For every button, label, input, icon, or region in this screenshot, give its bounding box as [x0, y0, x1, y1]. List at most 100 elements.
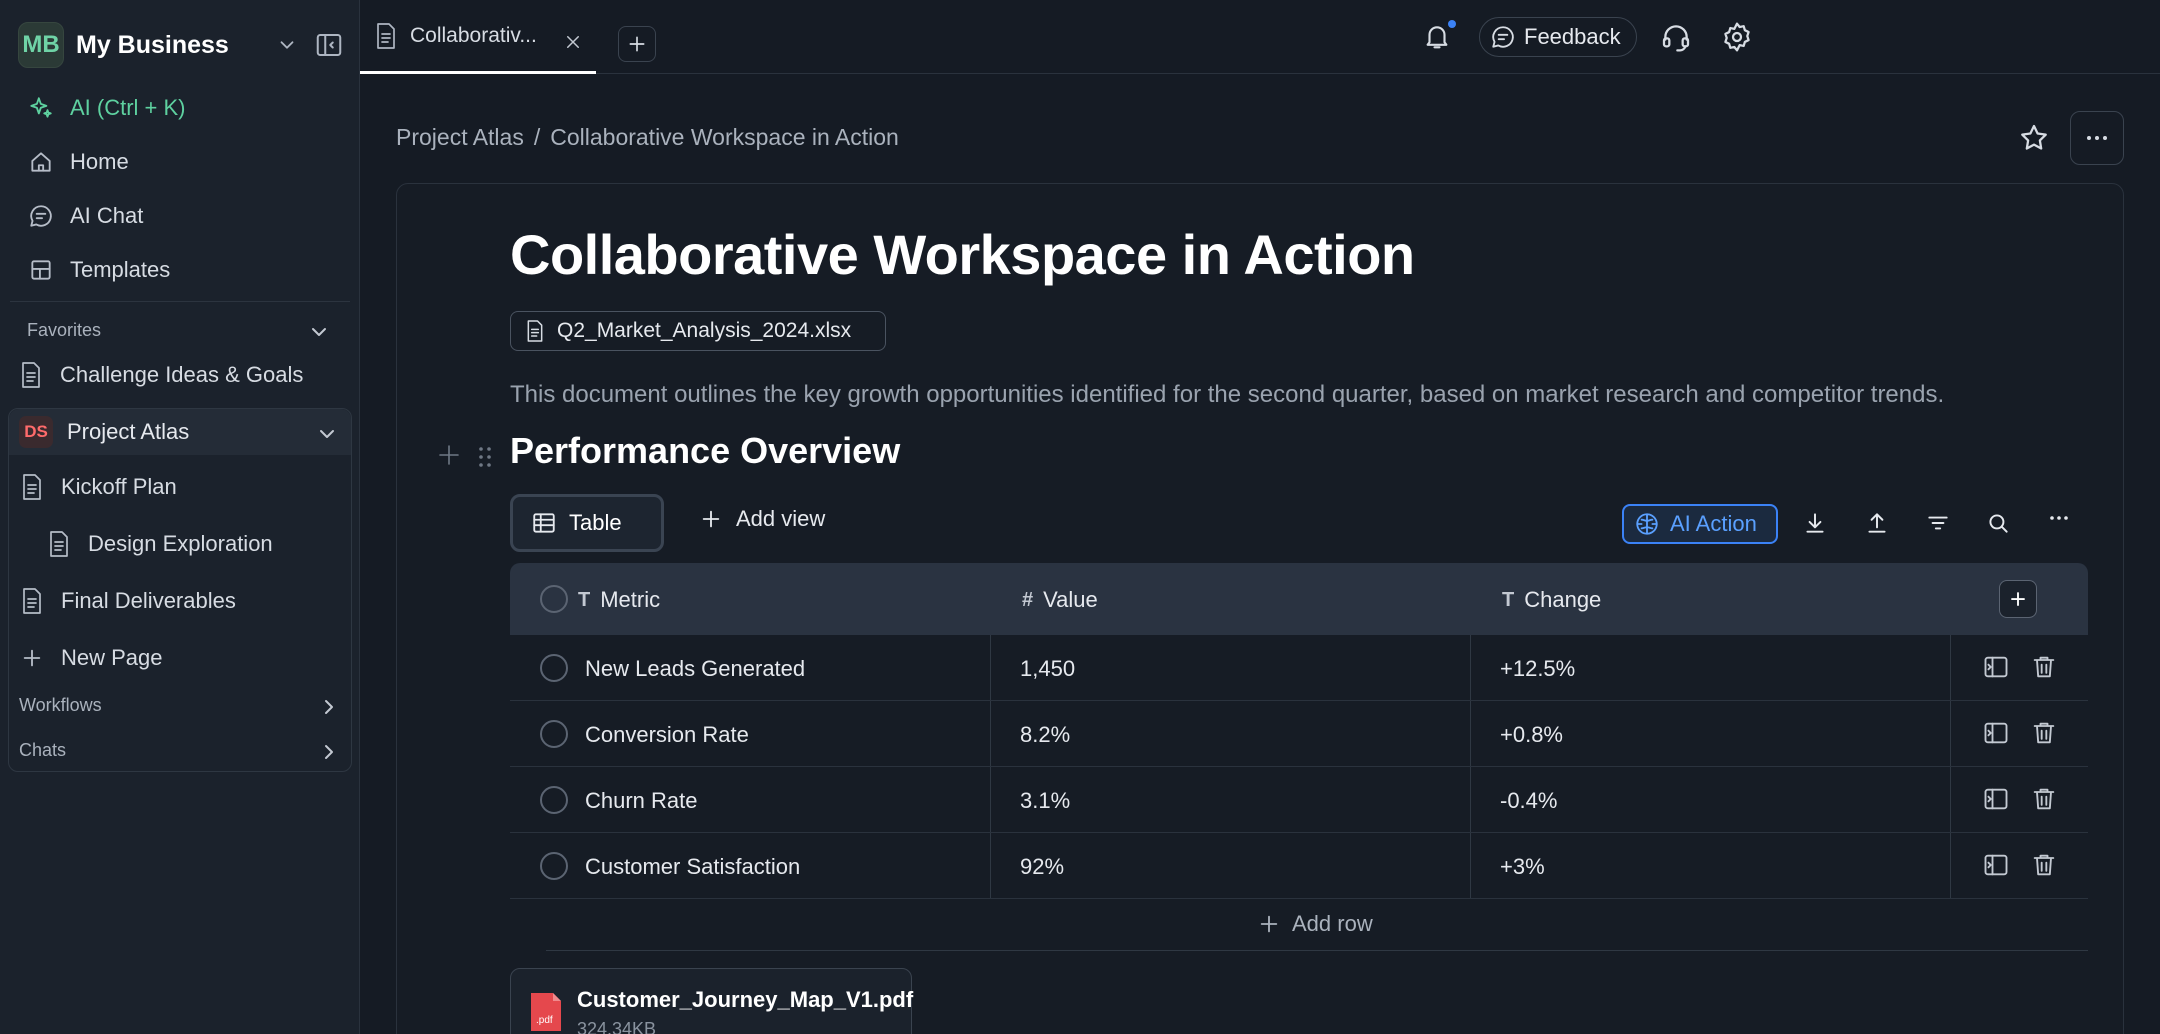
filter-icon[interactable] — [1925, 510, 1951, 536]
project-badge: DS — [19, 416, 53, 448]
project-header[interactable]: DS Project Atlas — [9, 409, 351, 455]
star-icon[interactable] — [2018, 122, 2050, 154]
document-icon — [19, 586, 45, 616]
column-header-value[interactable]: # Value — [1022, 587, 1098, 613]
search-icon[interactable] — [1985, 510, 2011, 536]
row-checkbox[interactable] — [540, 720, 568, 748]
breadcrumb-current[interactable]: Collaborative Workspace in Action — [550, 124, 899, 151]
chat-icon — [26, 201, 56, 231]
open-row-icon[interactable] — [1982, 719, 2010, 747]
column-header-metric[interactable]: T Metric — [578, 587, 660, 613]
cell-metric[interactable]: Customer Satisfaction — [585, 854, 800, 880]
chevron-down-icon[interactable] — [315, 422, 339, 446]
tab-document[interactable]: Collaborativ... — [360, 0, 596, 74]
file-name: Customer_Journey_Map_V1.pdf — [577, 987, 914, 1012]
table-more-icon[interactable] — [2048, 506, 2070, 530]
row-checkbox[interactable] — [540, 786, 568, 814]
workflows-label[interactable]: Workflows — [19, 695, 102, 716]
cell-metric[interactable]: Conversion Rate — [585, 722, 749, 748]
sidebar-item-templates[interactable]: Templates — [26, 250, 170, 290]
download-icon[interactable] — [1802, 510, 1828, 536]
ai-action-button[interactable]: AI Action — [1622, 504, 1778, 544]
sidebar-toggle-icon[interactable] — [314, 30, 344, 60]
section-heading[interactable]: Performance Overview — [510, 430, 900, 472]
drag-handle-icon[interactable] — [475, 445, 495, 469]
project-page-item[interactable]: Final Deliverables — [19, 581, 236, 621]
project-name: Project Atlas — [67, 419, 190, 444]
upload-icon[interactable] — [1864, 510, 1890, 536]
cell-value[interactable]: 1,450 — [1020, 656, 1075, 682]
cell-value[interactable]: 8.2% — [1020, 722, 1070, 748]
table-row[interactable]: Churn Rate 3.1% -0.4% — [510, 767, 2088, 833]
column-label: Metric — [600, 587, 661, 612]
file-size: 324.34KB — [577, 1019, 657, 1034]
cell-change[interactable]: +0.8% — [1500, 722, 1563, 748]
view-tab-table[interactable]: Table — [510, 494, 664, 552]
cell-change[interactable]: +12.5% — [1500, 656, 1575, 682]
sidebar-item-ai-chat[interactable]: AI Chat — [26, 196, 143, 236]
cell-change[interactable]: +3% — [1500, 854, 1545, 880]
open-row-icon[interactable] — [1982, 851, 2010, 879]
document-description[interactable]: This document outlines the key growth op… — [510, 381, 1944, 409]
open-row-icon[interactable] — [1982, 785, 2010, 813]
text-type-icon: T — [578, 588, 591, 611]
add-view-button[interactable]: Add view — [700, 506, 825, 532]
row-checkbox[interactable] — [540, 654, 568, 682]
chevron-down-icon[interactable] — [307, 320, 331, 344]
table-row[interactable]: Conversion Rate 8.2% +0.8% — [510, 701, 2088, 767]
select-all-checkbox[interactable] — [540, 585, 568, 613]
column-header-change[interactable]: T Change — [1502, 587, 1601, 613]
project-page-item[interactable]: Kickoff Plan — [19, 467, 177, 507]
top-bar: Collaborativ... — [360, 0, 2160, 74]
new-page-button[interactable]: New Page — [19, 638, 163, 678]
table-row[interactable]: New Leads Generated 1,450 +12.5% — [510, 635, 2088, 701]
plus-icon — [2011, 592, 2025, 606]
favorite-item[interactable]: Challenge Ideas & Goals — [18, 355, 303, 395]
cell-value[interactable]: 3.1% — [1020, 788, 1070, 814]
plus-icon — [19, 643, 45, 673]
sidebar-item-ai[interactable]: AI (Ctrl + K) — [26, 88, 186, 128]
row-checkbox[interactable] — [540, 852, 568, 880]
open-row-icon[interactable] — [1982, 653, 2010, 681]
sidebar-divider — [10, 301, 350, 302]
trash-icon[interactable] — [2030, 851, 2058, 879]
trash-icon[interactable] — [2030, 653, 2058, 681]
page-title[interactable]: Collaborative Workspace in Action — [510, 222, 1415, 287]
trash-icon[interactable] — [2030, 785, 2058, 813]
add-block-icon[interactable] — [437, 443, 461, 467]
table-row[interactable]: Customer Satisfaction 92% +3% — [510, 833, 2088, 899]
sidebar-item-label: Templates — [70, 257, 171, 282]
add-column-button[interactable] — [1999, 580, 2037, 618]
cell-metric[interactable]: Churn Rate — [585, 788, 698, 814]
svg-text:.pdf: .pdf — [536, 1015, 553, 1026]
document-icon — [46, 529, 72, 559]
attachment-chip[interactable]: Q2_Market_Analysis_2024.xlsx — [510, 311, 886, 351]
chevron-right-icon[interactable] — [317, 695, 341, 719]
workspace-switcher[interactable]: MB My Business — [18, 22, 348, 68]
close-icon[interactable] — [564, 33, 582, 51]
number-type-icon: # — [1022, 588, 1034, 611]
new-tab-button[interactable] — [618, 26, 656, 62]
document-icon — [525, 319, 545, 343]
more-horizontal-icon — [2087, 136, 2107, 140]
trash-icon[interactable] — [2030, 719, 2058, 747]
chevron-down-icon[interactable] — [276, 34, 298, 56]
layout-icon — [26, 255, 56, 285]
chevron-right-icon[interactable] — [317, 740, 341, 764]
gear-icon[interactable] — [1721, 21, 1753, 53]
document-icon — [19, 472, 45, 502]
more-options-button[interactable] — [2070, 111, 2124, 165]
cell-metric[interactable]: New Leads Generated — [585, 656, 805, 682]
tab-label: Collaborativ... — [410, 23, 537, 47]
column-label: Change — [1524, 587, 1602, 612]
add-row-button[interactable]: Add row — [1258, 911, 1373, 937]
cell-value[interactable]: 92% — [1020, 854, 1064, 880]
chats-label[interactable]: Chats — [19, 740, 66, 761]
project-page-item[interactable]: Design Exploration — [46, 524, 273, 564]
feedback-button[interactable]: Feedback — [1479, 17, 1637, 57]
cell-change[interactable]: -0.4% — [1500, 788, 1557, 814]
headset-icon[interactable] — [1660, 21, 1692, 53]
breadcrumb-root[interactable]: Project Atlas — [396, 124, 524, 151]
sidebar-item-home[interactable]: Home — [26, 142, 129, 182]
file-attachment-card[interactable]: .pdf Customer_Journey_Map_V1.pdf 324.34K… — [510, 968, 914, 1034]
